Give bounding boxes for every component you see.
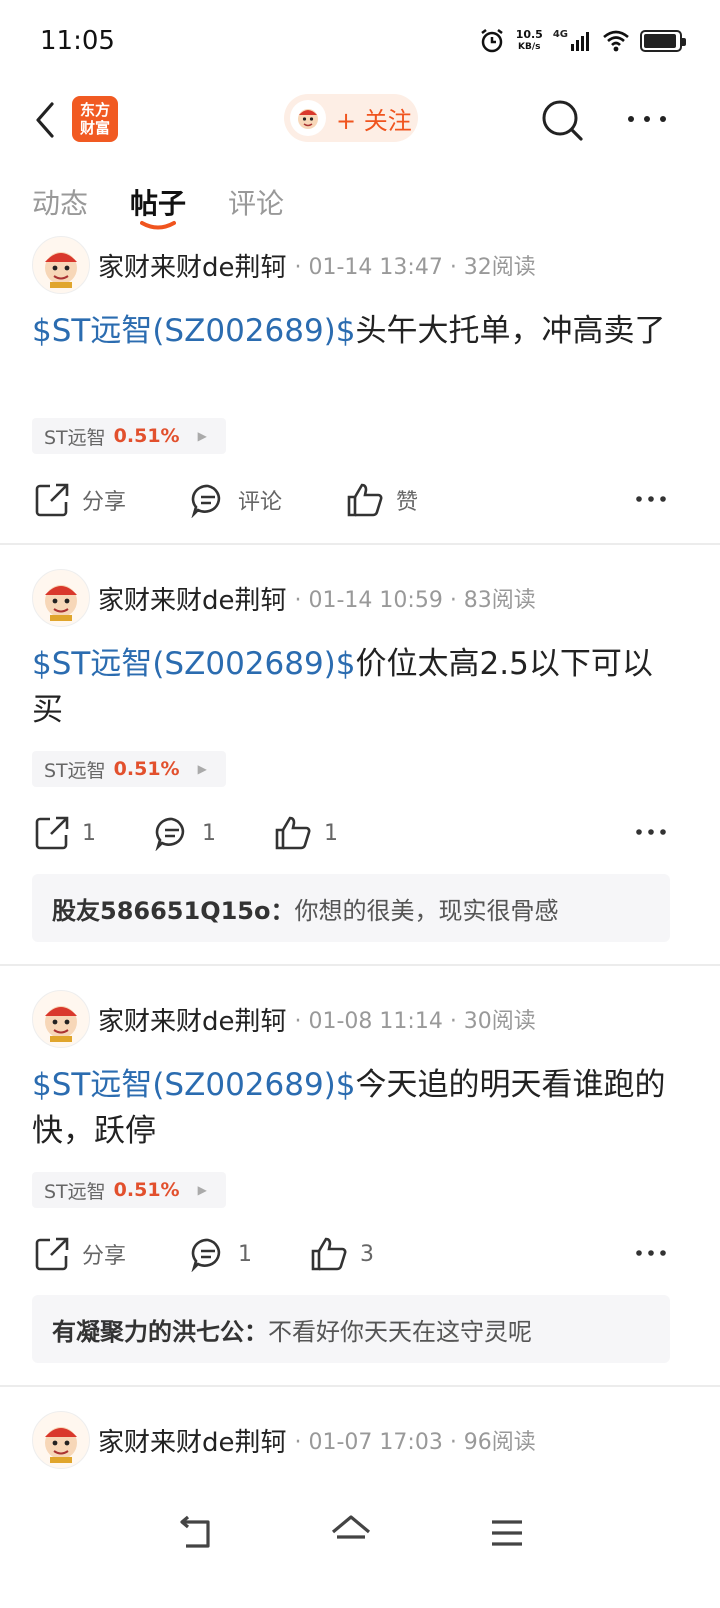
avatar[interactable] (32, 236, 90, 294)
follow-label: + 关注 (336, 106, 412, 135)
battery-icon (640, 30, 686, 52)
post-meta: · 01-14 10:59 · 83阅读 (294, 588, 536, 613)
share-button[interactable]: 分享 (34, 480, 126, 520)
chip-arrow-icon: ▶ (197, 1183, 207, 1197)
comment-icon (155, 817, 185, 851)
like-button[interactable]: 赞 (346, 480, 418, 520)
app-logo[interactable]: 东方 财富 (72, 96, 118, 142)
system-nav-bar (0, 1490, 720, 1608)
post-author-row[interactable]: 家财来财de荆轲 · 01-14 13:47 · 32阅读 (32, 236, 536, 294)
post-divider (0, 1385, 720, 1387)
author-name[interactable]: 家财来财de荆轲 (98, 1001, 287, 1038)
comment-icon (191, 1238, 221, 1272)
post-content[interactable]: $ST远智(SZ002689)$今天追的明天看谁跑的快，跃停 (32, 1062, 682, 1154)
author-name[interactable]: 家财来财de荆轲 (98, 580, 287, 617)
share-button[interactable]: 分享 (34, 1234, 126, 1274)
signal-icon: 4G (553, 29, 592, 52)
post-more-icon[interactable] (634, 484, 668, 514)
chip-arrow-icon: ▶ (197, 429, 207, 443)
alarm-icon (480, 29, 503, 53)
tab-posts[interactable]: 帖子 (130, 182, 186, 222)
search-icon[interactable] (538, 96, 586, 144)
comment-text: 你想的很美，现实很骨感 (294, 896, 559, 925)
avatar[interactable] (32, 569, 90, 627)
post-content[interactable]: $ST远智(SZ002689)$价位太高2.5以下可以买 (32, 641, 682, 733)
like-button[interactable]: 3 (310, 1234, 374, 1274)
stock-tag-link[interactable]: $ST远智(SZ002689)$ (32, 1067, 356, 1103)
share-icon (35, 1237, 69, 1271)
status-time: 11:05 (40, 26, 115, 56)
back-icon[interactable] (28, 96, 68, 144)
post-author-row[interactable]: 家财来财de荆轲 · 01-14 10:59 · 83阅读 (32, 569, 536, 627)
tab-bar: 动态 帖子 评论 (0, 172, 720, 236)
thumbs-up-icon (347, 483, 383, 517)
stock-tag-link[interactable]: $ST远智(SZ002689)$ (32, 313, 356, 349)
post-author-row[interactable]: 家财来财de荆轲 · 01-07 17:03 · 96阅读 (32, 1411, 536, 1469)
post-author-row[interactable]: 家财来财de荆轲 · 01-08 11:14 · 30阅读 (32, 990, 536, 1048)
avatar[interactable] (32, 990, 90, 1048)
comment-preview[interactable]: 有凝聚力的洪七公： 不看好你天天在这守灵呢 (32, 1295, 670, 1363)
top-nav: 东方 财富 + 关注 (0, 84, 720, 156)
post-divider (0, 543, 720, 545)
stock-chip[interactable]: ST远智 0.51% ▶ (32, 418, 226, 454)
thumbs-up-icon (275, 816, 311, 850)
stock-chip[interactable]: ST远智 0.51% ▶ (32, 1172, 226, 1208)
share-icon (35, 483, 69, 517)
tab-dynamic[interactable]: 动态 (32, 182, 88, 222)
post-more-icon[interactable] (634, 1238, 668, 1268)
menu-nav-icon[interactable] (482, 1508, 532, 1558)
stock-tag-link[interactable]: $ST远智(SZ002689)$ (32, 646, 356, 682)
chip-arrow-icon: ▶ (197, 762, 207, 776)
comment-user[interactable]: 股友586651Q15o： (52, 891, 294, 926)
post-meta: · 01-07 17:03 · 96阅读 (294, 1430, 536, 1455)
post-actions: 1 1 1 (0, 813, 720, 853)
author-name[interactable]: 家财来财de荆轲 (98, 1422, 287, 1459)
post-meta: · 01-08 11:14 · 30阅读 (294, 1009, 536, 1034)
post-content[interactable]: $ST远智(SZ002689)$头午大托单，冲高卖了 (32, 308, 682, 354)
comment-button[interactable]: 评论 (190, 480, 282, 520)
author-name[interactable]: 家财来财de荆轲 (98, 247, 287, 284)
thumbs-up-icon (311, 1237, 347, 1271)
post-meta: · 01-14 13:47 · 32阅读 (294, 255, 536, 280)
post-divider (0, 964, 720, 966)
avatar[interactable] (32, 1411, 90, 1469)
comment-button[interactable]: 1 (154, 813, 216, 853)
post-more-icon[interactable] (634, 817, 668, 847)
wifi-icon (603, 30, 629, 52)
more-icon[interactable] (624, 104, 670, 134)
comment-button[interactable]: 1 (190, 1234, 252, 1274)
share-icon (35, 816, 69, 850)
comment-user[interactable]: 有凝聚力的洪七公： (52, 1312, 268, 1347)
tab-comments[interactable]: 评论 (228, 182, 284, 222)
author-avatar-small (290, 100, 326, 136)
tab-active-indicator (140, 221, 176, 230)
post-actions: 分享 评论 赞 (0, 480, 720, 520)
status-bar: 11:05 10.5 KB/s 4G (0, 0, 720, 84)
back-nav-icon[interactable] (172, 1508, 222, 1558)
comment-text: 不看好你天天在这守灵呢 (268, 1317, 532, 1346)
comment-preview[interactable]: 股友586651Q15o： 你想的很美，现实很骨感 (32, 874, 670, 942)
status-icons: 10.5 KB/s 4G (478, 26, 686, 56)
home-nav-icon[interactable] (326, 1508, 376, 1558)
net-speed: 10.5 KB/s (515, 28, 543, 53)
like-button[interactable]: 1 (274, 813, 338, 853)
comment-icon (191, 484, 221, 518)
share-button[interactable]: 1 (34, 813, 96, 853)
stock-chip[interactable]: ST远智 0.51% ▶ (32, 751, 226, 787)
follow-button[interactable]: + 关注 (284, 94, 418, 142)
post-actions: 分享 1 3 (0, 1234, 720, 1274)
